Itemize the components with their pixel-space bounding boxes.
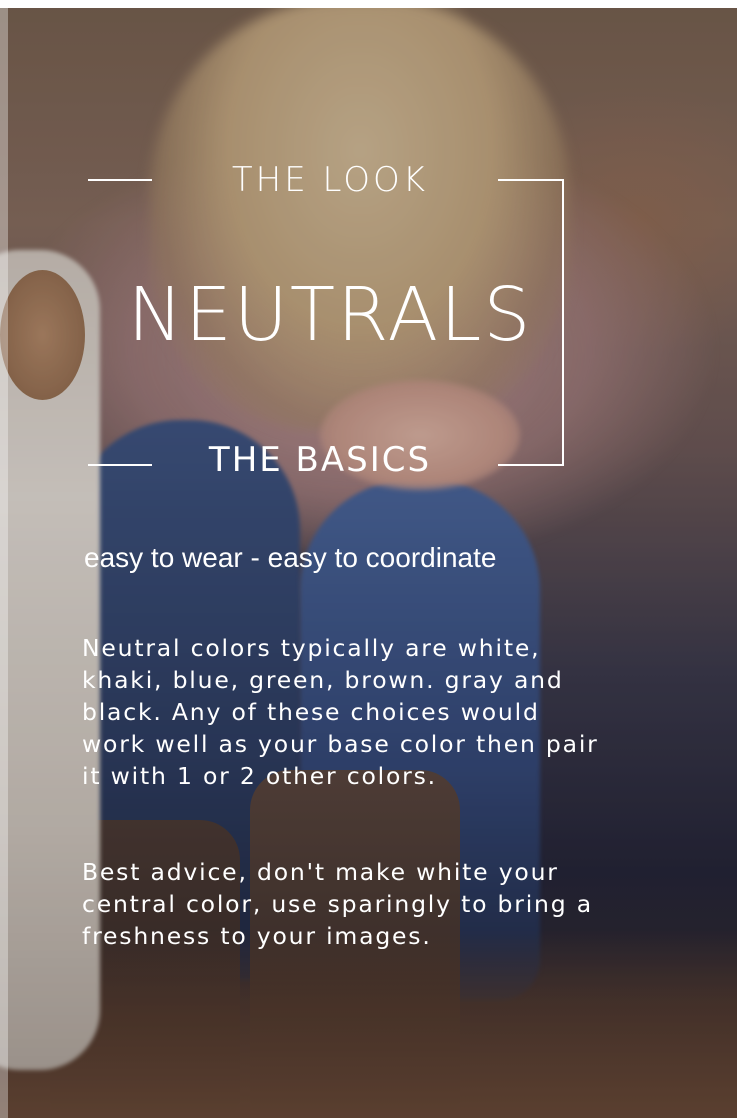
subtitle-text: THE BASICS xyxy=(208,440,432,480)
kicker-text: THE LOOK xyxy=(231,160,429,200)
page-title: NEUTRALS xyxy=(127,272,533,358)
frame-bottom-right-line xyxy=(498,464,564,466)
tagline: easy to wear - easy to coordinate xyxy=(84,542,497,573)
body-paragraph-2: Best advice, don't make white your centr… xyxy=(82,858,593,950)
body-paragraph-1: Neutral colors typically are white, khak… xyxy=(82,634,599,790)
top-border xyxy=(0,0,737,8)
frame-bottom-left-line xyxy=(88,464,152,466)
left-border xyxy=(0,0,8,1118)
frame-top-left-line xyxy=(88,179,152,181)
frame-top-right-line xyxy=(498,179,564,181)
